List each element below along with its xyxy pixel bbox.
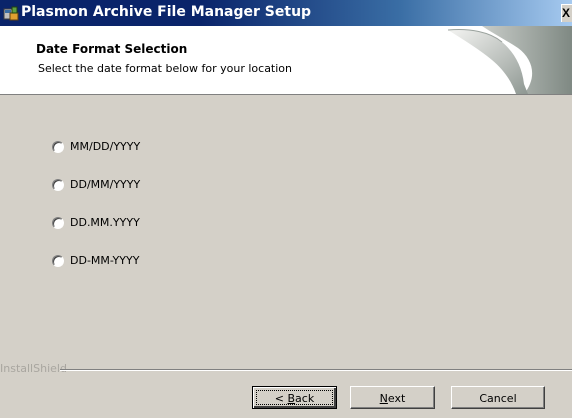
window-title: Plasmon Archive File Manager Setup xyxy=(21,4,312,20)
radio-button[interactable] xyxy=(52,141,64,153)
next-button-mnemonic: N xyxy=(379,392,388,405)
focus-rect xyxy=(256,390,333,405)
page-subtitle: Select the date format below for your lo… xyxy=(38,62,293,75)
setup-dialog: Plasmon Archive File Manager Setup X Dat… xyxy=(0,0,572,418)
cancel-button[interactable]: Cancel xyxy=(451,386,545,409)
close-icon: X xyxy=(562,6,571,20)
back-button[interactable]: < Back xyxy=(252,386,337,409)
next-button[interactable]: Next xyxy=(350,386,435,409)
close-button[interactable]: X xyxy=(561,4,572,22)
title-bar[interactable]: Plasmon Archive File Manager Setup X xyxy=(0,0,572,26)
installshield-brand: InstallShield xyxy=(0,362,67,375)
header-banner: Date Format Selection Select the date fo… xyxy=(0,26,572,95)
page-curl-graphic xyxy=(442,26,572,94)
radio-button[interactable] xyxy=(52,179,64,191)
radio-label[interactable]: DD/MM/YYYY xyxy=(70,178,140,192)
radio-label[interactable]: DD.MM.YYYY xyxy=(70,216,140,230)
radio-label[interactable]: DD-MM-YYYY xyxy=(70,254,139,268)
cancel-button-label: Cancel xyxy=(479,392,517,405)
footer-divider xyxy=(60,369,572,371)
radio-label[interactable]: MM/DD/YYYY xyxy=(70,140,140,154)
setup-icon xyxy=(3,6,19,21)
radio-button[interactable] xyxy=(52,255,64,267)
next-button-label: ext xyxy=(387,392,406,405)
radio-button[interactable] xyxy=(52,217,64,229)
page-title: Date Format Selection xyxy=(36,42,188,56)
